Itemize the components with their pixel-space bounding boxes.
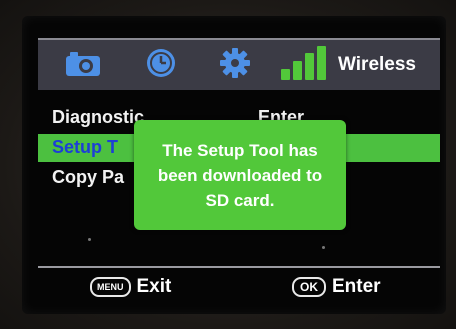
screen-speck xyxy=(322,246,325,249)
popup-message: The Setup Tool has been downloaded to SD… xyxy=(157,140,323,210)
exit-button[interactable]: MENU Exit xyxy=(90,276,171,298)
signal-bars-icon xyxy=(279,45,329,86)
ok-key-icon: OK xyxy=(292,277,326,297)
tab-clock[interactable] xyxy=(136,40,186,90)
tab-settings[interactable] xyxy=(210,40,260,90)
tab-signal[interactable] xyxy=(276,40,332,90)
notification-popup[interactable]: The Setup Tool has been downloaded to SD… xyxy=(134,120,346,230)
menu-tab-bar: Wireless xyxy=(38,38,440,90)
device-screen: Wireless Diagnostic Enter Setup T Copy P… xyxy=(22,16,446,314)
enter-label: Enter xyxy=(332,276,381,297)
tab-wireless[interactable]: Wireless xyxy=(334,40,440,90)
menu-item-label: Setup T xyxy=(52,137,118,157)
enter-button[interactable]: OK Enter xyxy=(292,276,381,298)
screen-speck xyxy=(88,238,91,241)
tab-camera[interactable] xyxy=(58,40,108,90)
footer-divider xyxy=(38,266,440,268)
menu-item-label: Diagnostic xyxy=(52,107,145,127)
menu-item-label: Copy Pa xyxy=(52,167,125,187)
exit-label: Exit xyxy=(136,276,172,297)
camera-icon xyxy=(64,48,102,83)
menu-key-icon: MENU xyxy=(90,277,131,297)
tab-wireless-label: Wireless xyxy=(338,54,416,75)
gear-icon xyxy=(219,47,251,84)
clock-icon xyxy=(145,47,177,84)
